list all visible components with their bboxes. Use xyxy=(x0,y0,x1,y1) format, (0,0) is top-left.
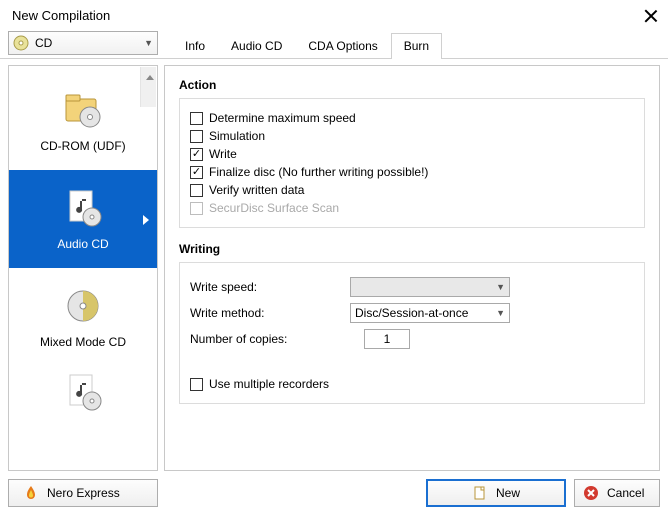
checkbox-securdisc xyxy=(190,202,203,215)
checkbox-label: Simulation xyxy=(209,129,265,143)
copies-input[interactable]: 1 xyxy=(364,329,410,349)
section-title-action: Action xyxy=(179,78,645,92)
tab-info[interactable]: Info xyxy=(172,33,218,59)
sidebar-item-label: Audio CD xyxy=(57,237,108,251)
new-button[interactable]: New xyxy=(426,479,566,507)
checkbox-multi-recorders[interactable] xyxy=(190,378,203,391)
checkbox-verify[interactable] xyxy=(190,184,203,197)
tab-cda-options[interactable]: CDA Options xyxy=(295,33,390,59)
write-method-label: Write method: xyxy=(190,306,350,320)
audio-file-icon xyxy=(62,371,104,413)
write-method-select[interactable]: Disc/Session-at-once ▼ xyxy=(350,303,510,323)
button-label: Cancel xyxy=(607,486,644,500)
checkbox-label: Finalize disc (No further writing possib… xyxy=(209,165,428,179)
checkbox-max-speed[interactable] xyxy=(190,112,203,125)
tab-burn[interactable]: Burn xyxy=(391,33,442,59)
chevron-down-icon: ▼ xyxy=(496,308,505,318)
action-box: Determine maximum speed Simulation Write… xyxy=(179,98,645,228)
checkbox-finalize[interactable] xyxy=(190,166,203,179)
cancel-button[interactable]: Cancel xyxy=(574,479,660,507)
sidebar-item-label: CD-ROM (UDF) xyxy=(40,139,125,153)
folder-disc-icon xyxy=(62,89,104,131)
write-speed-label: Write speed: xyxy=(190,280,350,294)
copies-label: Number of copies: xyxy=(190,332,350,346)
disc-type-label: CD xyxy=(35,36,144,50)
writing-box: Write speed: ▼ Write method: Disc/Sessio… xyxy=(179,262,645,404)
checkbox-label: Determine maximum speed xyxy=(209,111,356,125)
nero-express-button[interactable]: Nero Express xyxy=(8,479,158,507)
disc-type-dropdown[interactable]: CD ▼ xyxy=(8,31,158,55)
sidebar-item-audio-cd[interactable]: Audio CD xyxy=(9,170,157,268)
compilation-type-sidebar: CD-ROM (UDF) Audio CD Mixed Mode CD xyxy=(8,65,158,471)
chevron-down-icon: ▼ xyxy=(496,282,505,292)
button-label: New xyxy=(496,486,520,500)
sidebar-item-cdrom-udf[interactable]: CD-ROM (UDF) xyxy=(9,72,157,170)
checkbox-label: Verify written data xyxy=(209,183,304,197)
section-title-writing: Writing xyxy=(179,242,645,256)
button-label: Nero Express xyxy=(47,486,120,500)
flame-icon xyxy=(23,485,39,501)
new-file-icon xyxy=(472,485,488,501)
tab-content-burn: Action Determine maximum speed Simulatio… xyxy=(164,65,660,471)
sidebar-item-partial[interactable] xyxy=(9,366,157,426)
chevron-right-icon xyxy=(143,215,149,225)
checkbox-write[interactable] xyxy=(190,148,203,161)
cd-icon xyxy=(13,35,29,51)
sidebar-item-mixed-mode[interactable]: Mixed Mode CD xyxy=(9,268,157,366)
mixed-disc-icon xyxy=(62,285,104,327)
checkbox-label: Use multiple recorders xyxy=(209,377,329,391)
write-speed-select[interactable]: ▼ xyxy=(350,277,510,297)
audio-file-icon xyxy=(62,187,104,229)
sidebar-item-label: Mixed Mode CD xyxy=(40,335,126,349)
checkbox-label: SecurDisc Surface Scan xyxy=(209,201,339,215)
checkbox-simulation[interactable] xyxy=(190,130,203,143)
window-title: New Compilation xyxy=(12,8,110,23)
chevron-down-icon: ▼ xyxy=(144,38,153,48)
select-value: Disc/Session-at-once xyxy=(355,306,468,320)
cancel-icon xyxy=(583,485,599,501)
close-icon[interactable] xyxy=(644,9,658,23)
tab-audio-cd[interactable]: Audio CD xyxy=(218,33,295,59)
tab-bar: Info Audio CD CDA Options Burn xyxy=(172,30,442,58)
checkbox-label: Write xyxy=(209,147,237,161)
